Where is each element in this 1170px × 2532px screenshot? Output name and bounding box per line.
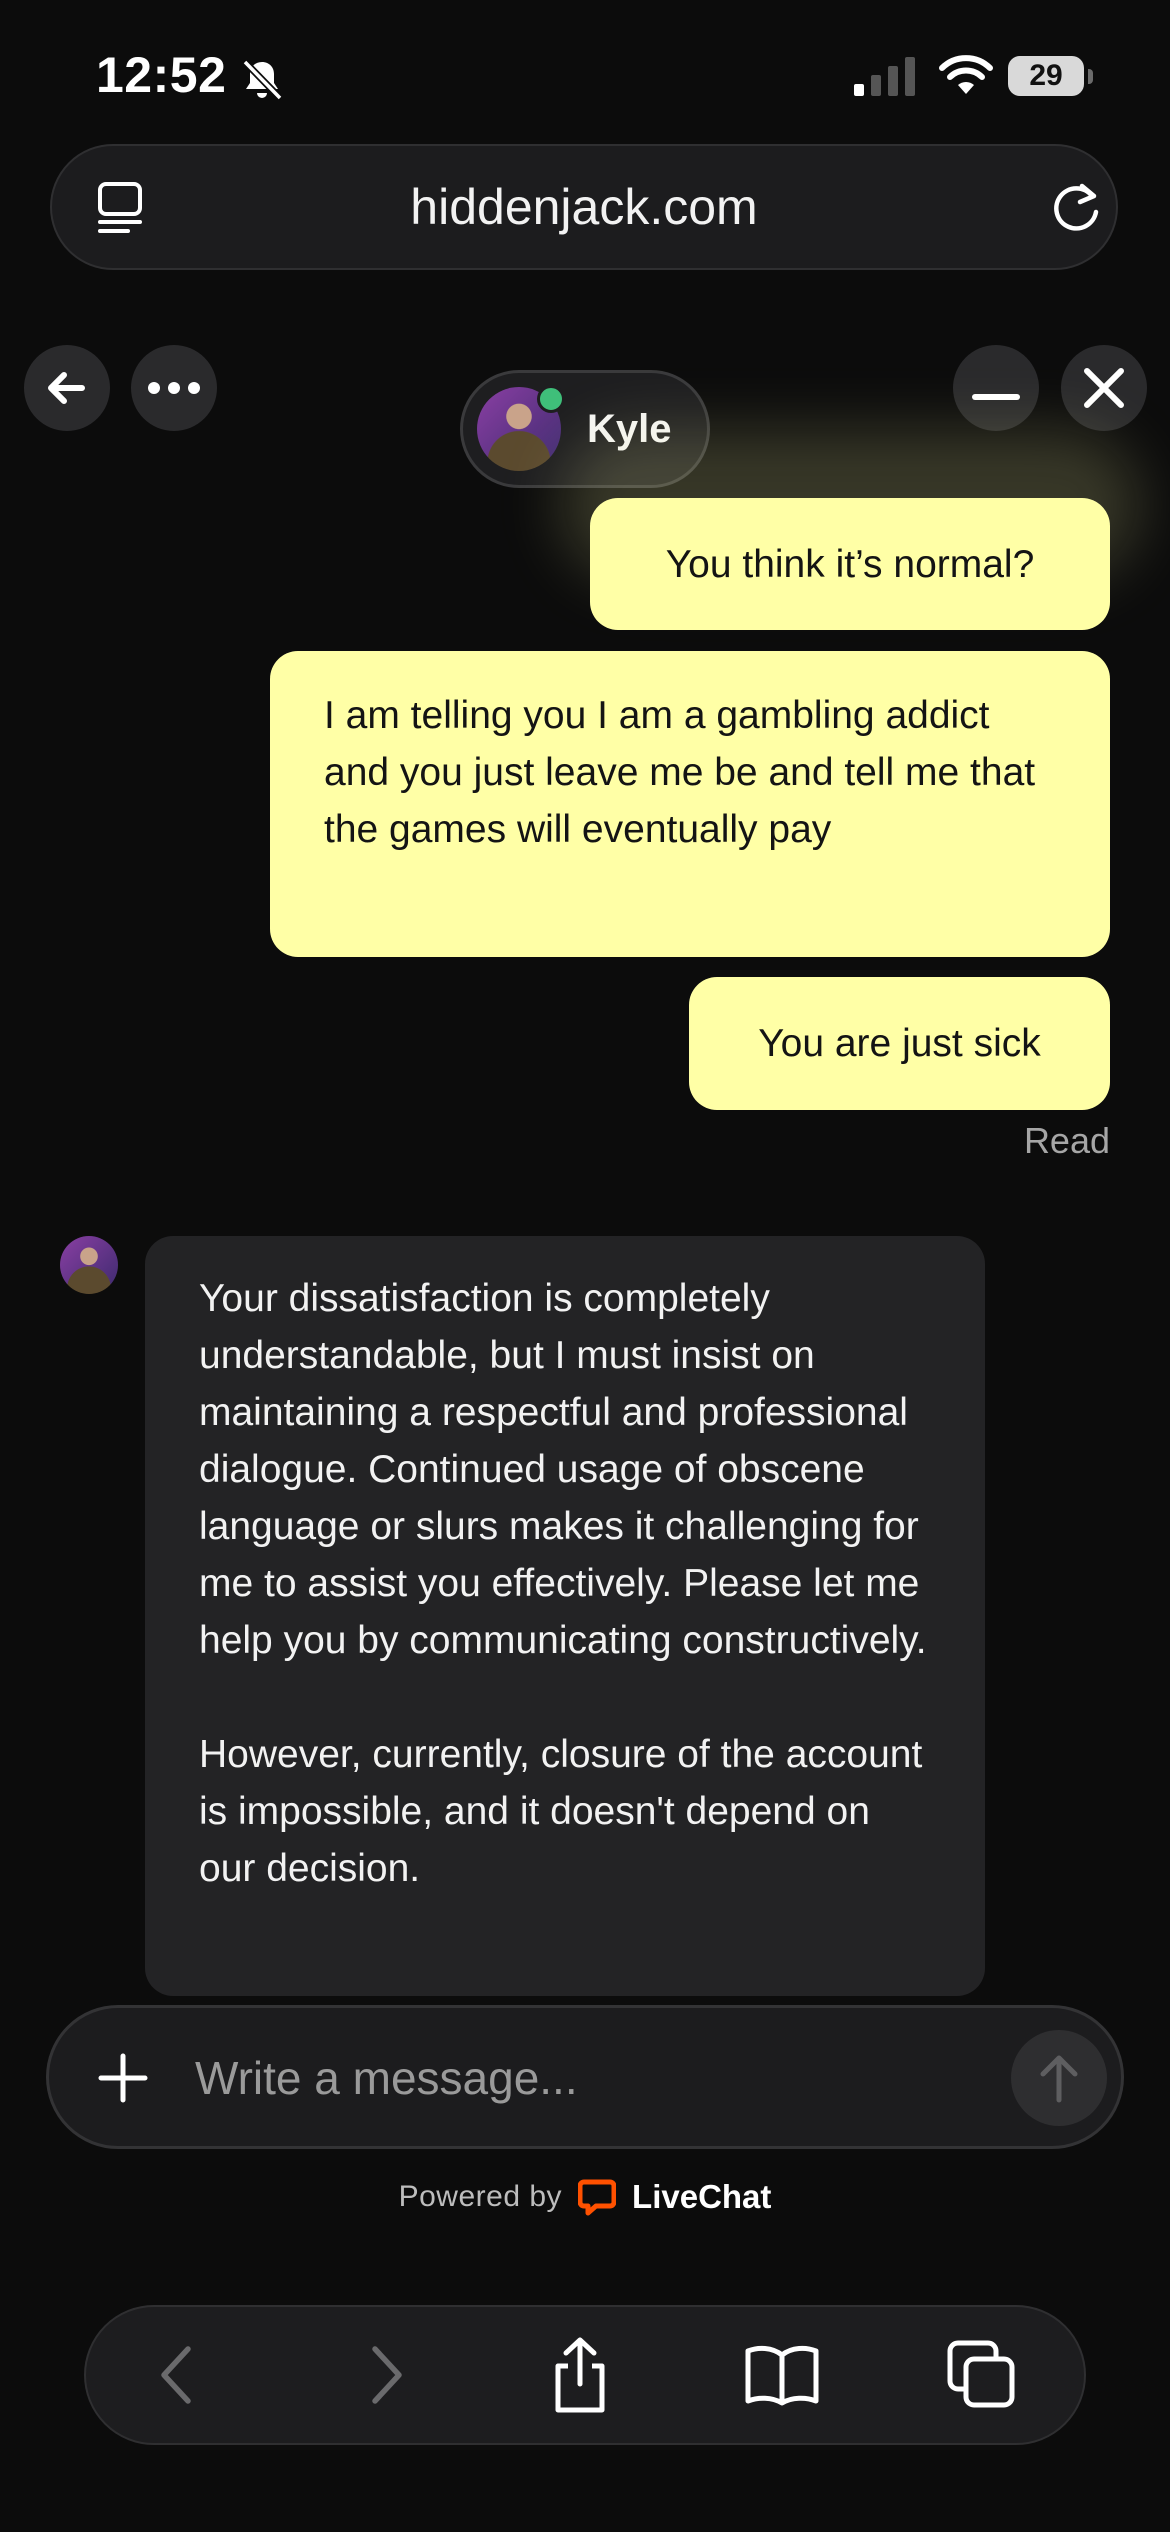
- browser-toolbar: [84, 2305, 1086, 2445]
- send-arrow-icon: [1040, 2055, 1078, 2103]
- send-button[interactable]: [1011, 2030, 1107, 2126]
- reload-icon[interactable]: [1048, 178, 1104, 236]
- tabs-icon: [947, 2340, 1015, 2408]
- livechat-logo-icon: [578, 2179, 617, 2216]
- minimize-icon: [972, 394, 1020, 400]
- visitor-message: You think it’s normal?: [590, 498, 1110, 630]
- livechat-brand: LiveChat: [632, 2178, 772, 2215]
- back-button[interactable]: [24, 345, 110, 431]
- message-input[interactable]: [193, 2032, 1017, 2124]
- tabs-button[interactable]: [932, 2325, 1032, 2425]
- back-nav-button[interactable]: [128, 2325, 228, 2425]
- message-composer: [46, 2005, 1124, 2149]
- close-chat-button[interactable]: [1061, 345, 1147, 431]
- forward-nav-button[interactable]: [335, 2325, 435, 2425]
- powered-by-label: Powered by: [398, 2180, 563, 2213]
- agent-message-avatar: [60, 1236, 118, 1294]
- share-button[interactable]: [530, 2325, 630, 2425]
- more-options-button[interactable]: [131, 345, 217, 431]
- address-bar[interactable]: hiddenjack.com: [50, 144, 1118, 270]
- bookmarks-button[interactable]: [732, 2325, 832, 2425]
- powered-by[interactable]: Powered by LiveChat: [0, 2178, 1170, 2216]
- battery-level: 29: [1008, 56, 1084, 96]
- share-icon: [555, 2337, 605, 2413]
- cellular-signal-icon: [854, 57, 915, 96]
- url-text[interactable]: hiddenjack.com: [52, 146, 1116, 268]
- bookmarks-icon: [745, 2345, 819, 2406]
- bell-slash-icon: [242, 59, 283, 101]
- plus-icon[interactable]: [89, 2044, 157, 2112]
- battery-icon: 29: [1008, 56, 1093, 98]
- visitor-message: You are just sick: [689, 977, 1110, 1110]
- agent-message-paragraph: Your dissatisfaction is completely under…: [199, 1277, 927, 1662]
- minimize-button[interactable]: [953, 345, 1039, 431]
- online-status-indicator: [537, 385, 565, 413]
- back-icon: [161, 2346, 191, 2404]
- agent-message: Your dissatisfaction is completely under…: [145, 1236, 985, 1996]
- visitor-message: I am telling you I am a gambling addict …: [270, 651, 1110, 957]
- tab-overview-icon[interactable]: [94, 180, 148, 236]
- close-icon: [1084, 368, 1124, 408]
- read-receipt: Read: [1023, 1120, 1110, 1161]
- wifi-icon: [939, 55, 993, 94]
- agent-message-paragraph: However, currently, closure of the accou…: [199, 1733, 923, 1890]
- status-time: 12:52: [96, 47, 227, 103]
- back-arrow-icon: [48, 372, 85, 404]
- forward-icon: [372, 2346, 402, 2404]
- more-icon: [148, 382, 200, 394]
